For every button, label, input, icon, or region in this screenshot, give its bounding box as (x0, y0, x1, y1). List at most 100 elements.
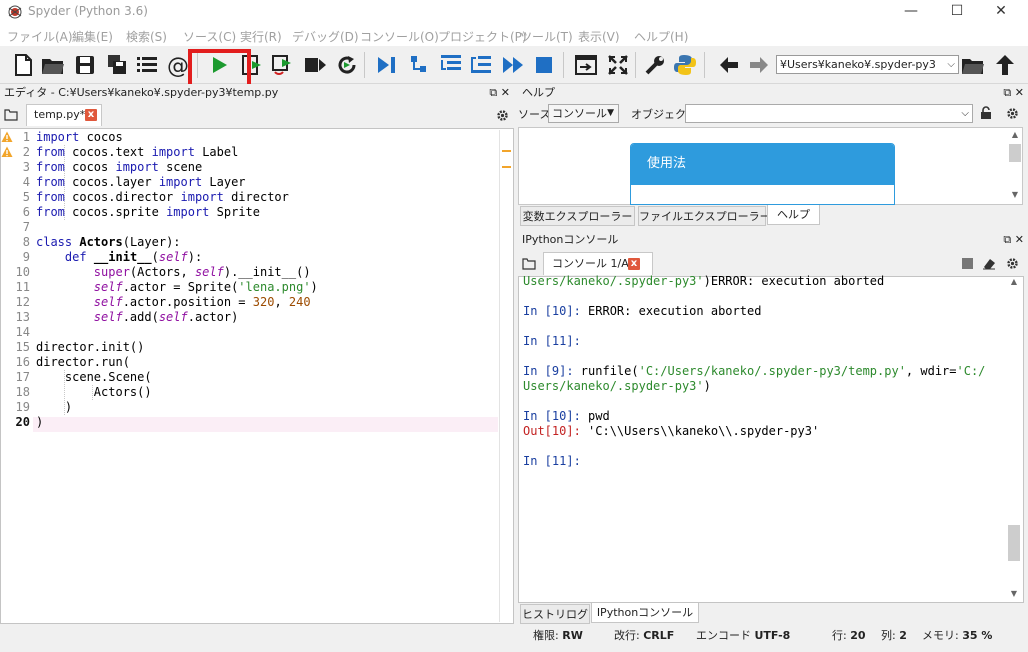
line-number: 9 (22, 250, 30, 264)
source-select-value: コンソール (552, 107, 607, 120)
help-pane-controls[interactable]: ⧉ ✕ (1003, 84, 1024, 101)
tab-file-explorer[interactable]: ファイルエクスプローラー (638, 206, 771, 226)
object-input[interactable]: ⌵ (685, 104, 973, 123)
browse-directory-icon[interactable] (960, 52, 986, 78)
code-line: self.add(self.actor) (93, 310, 239, 324)
tab-history-log[interactable]: ヒストリログ (520, 604, 590, 624)
editor-tab-label: temp.py* (34, 108, 86, 121)
file-list-icon[interactable] (134, 52, 160, 78)
tab-variable-explorer[interactable]: 変数エクスプローラー (520, 206, 635, 226)
menu-help[interactable]: ヘルプ(H) (634, 28, 688, 45)
console-scroll-thumb[interactable] (1008, 525, 1020, 561)
lock-icon[interactable] (980, 106, 992, 120)
code-line: self.actor.position = 320, 240 (93, 295, 311, 309)
clear-console-eraser-icon[interactable] (982, 257, 996, 270)
debug-icon[interactable] (374, 52, 400, 78)
warning-marker (502, 150, 511, 152)
menu-console[interactable]: コンソール(O) (360, 28, 439, 45)
step-return-icon[interactable] (468, 52, 494, 78)
stop-debug-icon[interactable] (531, 52, 557, 78)
editor-options-gear-icon[interactable] (496, 109, 509, 122)
source-select[interactable]: コンソール ▼ (548, 104, 619, 123)
maximize-pane-icon[interactable] (573, 52, 599, 78)
continue-icon[interactable] (500, 52, 526, 78)
parent-directory-icon[interactable] (992, 52, 1018, 78)
editor-pane-controls[interactable]: ⧉ ✕ (489, 84, 510, 101)
menu-source[interactable]: ソース(C) (183, 28, 236, 45)
line-number: 3 (22, 160, 30, 174)
source-label: ソース (518, 108, 551, 121)
code-line: from cocos import scene (36, 160, 203, 174)
close-tab-icon[interactable]: x (85, 109, 97, 121)
console-line: Users/kaneko/.spyder-py3')ERROR: executi… (523, 274, 885, 288)
svg-text:@: @ (167, 54, 189, 78)
fullscreen-icon[interactable] (605, 52, 631, 78)
interrupt-kernel-icon[interactable] (962, 258, 973, 269)
code-line: scene.Scene( (36, 370, 152, 384)
code-line: ) (36, 400, 73, 414)
menu-file[interactable]: ファイル(A) (7, 28, 73, 45)
minimize-button[interactable]: — (888, 0, 934, 24)
menu-debug[interactable]: デバッグ(D) (292, 28, 359, 45)
menu-projects[interactable]: プロジェクト(P) (438, 28, 527, 45)
console-tab-1a[interactable]: コンソール 1/A x (543, 252, 653, 275)
code-line: from cocos.layer import Layer (36, 175, 246, 189)
caret-down-icon: ▼ (607, 108, 614, 118)
status-permissions: 権限: RW (533, 629, 583, 642)
line-number: 7 (22, 220, 30, 234)
help-scrollbar[interactable]: ▲ ▼ (1008, 130, 1022, 202)
line-number: 15 (15, 340, 30, 354)
console-line: Out[10]: 'C:\\Users\\kaneko\\.spyder-py3… (523, 424, 820, 438)
browse-consoles-folder-icon[interactable] (522, 258, 536, 270)
close-window-button[interactable]: ✕ (978, 0, 1024, 24)
step-icon[interactable] (406, 52, 432, 78)
tab-ipython-console[interactable]: IPythonコンソール (591, 603, 699, 623)
window-title: Spyder (Python 3.6) (28, 4, 148, 18)
code-line: class Actors(Layer): (36, 235, 181, 249)
save-all-icon[interactable] (104, 52, 130, 78)
run-selection-icon[interactable] (302, 52, 328, 78)
menu-run[interactable]: 実行(R) (240, 28, 282, 45)
console-output[interactable] (518, 276, 1024, 603)
status-encoding: エンコード UTF-8 (696, 629, 791, 642)
console-line: In [10]: ERROR: execution aborted (523, 304, 762, 318)
code-line: from cocos.text import Label (36, 145, 239, 159)
console-pane-controls[interactable]: ⧉ ✕ (1003, 230, 1024, 250)
tab-help[interactable]: ヘルプ (767, 205, 820, 225)
close-console-tab-icon[interactable]: x (628, 258, 640, 270)
preferences-wrench-icon[interactable] (642, 52, 668, 78)
menu-tools[interactable]: ツール(T) (520, 28, 573, 45)
status-line: 行: 20 (832, 629, 866, 642)
line-number: 10 (15, 265, 30, 279)
menu-view[interactable]: 表示(V) (578, 28, 620, 45)
back-arrow-icon[interactable] (716, 52, 742, 78)
editor-header: エディタ - C:¥Users¥kaneko¥.spyder-py3¥temp.… (0, 84, 514, 101)
help-options-gear-icon[interactable] (1006, 107, 1019, 120)
menu-edit[interactable]: 編集(E) (72, 28, 113, 45)
browse-tabs-folder-icon[interactable] (4, 109, 18, 121)
menu-search[interactable]: 検索(S) (126, 28, 167, 45)
maximize-button[interactable]: ☐ (934, 0, 980, 24)
python-path-icon[interactable] (672, 52, 698, 78)
code-line: director.run( (36, 355, 130, 369)
line-number: 8 (22, 235, 30, 249)
editor-tab-temp-py[interactable]: temp.py* x (26, 104, 102, 126)
editor-scrollbar[interactable] (499, 130, 513, 622)
code-area[interactable]: import cocos from cocos.text import Label… (36, 130, 500, 430)
code-line: director.init() (36, 340, 145, 354)
working-directory-combo[interactable]: ¥Users¥kaneko¥.spyder-py3 ⌵ (776, 55, 959, 74)
code-line: from cocos.sprite import Sprite (36, 205, 260, 219)
run-cell-advance-icon[interactable] (270, 52, 296, 78)
step-into-icon[interactable] (438, 52, 464, 78)
open-file-icon[interactable] (40, 52, 66, 78)
console-options-gear-icon[interactable] (1006, 257, 1019, 270)
menu-bar: ファイル(A) 編集(E) 検索(S) ソース(C) 実行(R) デバッグ(D)… (0, 24, 1028, 46)
console-line: In [9]: runfile('C:/Users/kaneko/.spyder… (523, 364, 986, 378)
save-file-icon[interactable] (72, 52, 98, 78)
forward-arrow-icon[interactable] (746, 52, 772, 78)
new-file-icon[interactable] (10, 52, 36, 78)
rerun-icon[interactable] (334, 52, 360, 78)
line-number: 19 (15, 400, 30, 414)
line-number: 13 (15, 310, 30, 324)
code-line: ) (36, 415, 44, 429)
